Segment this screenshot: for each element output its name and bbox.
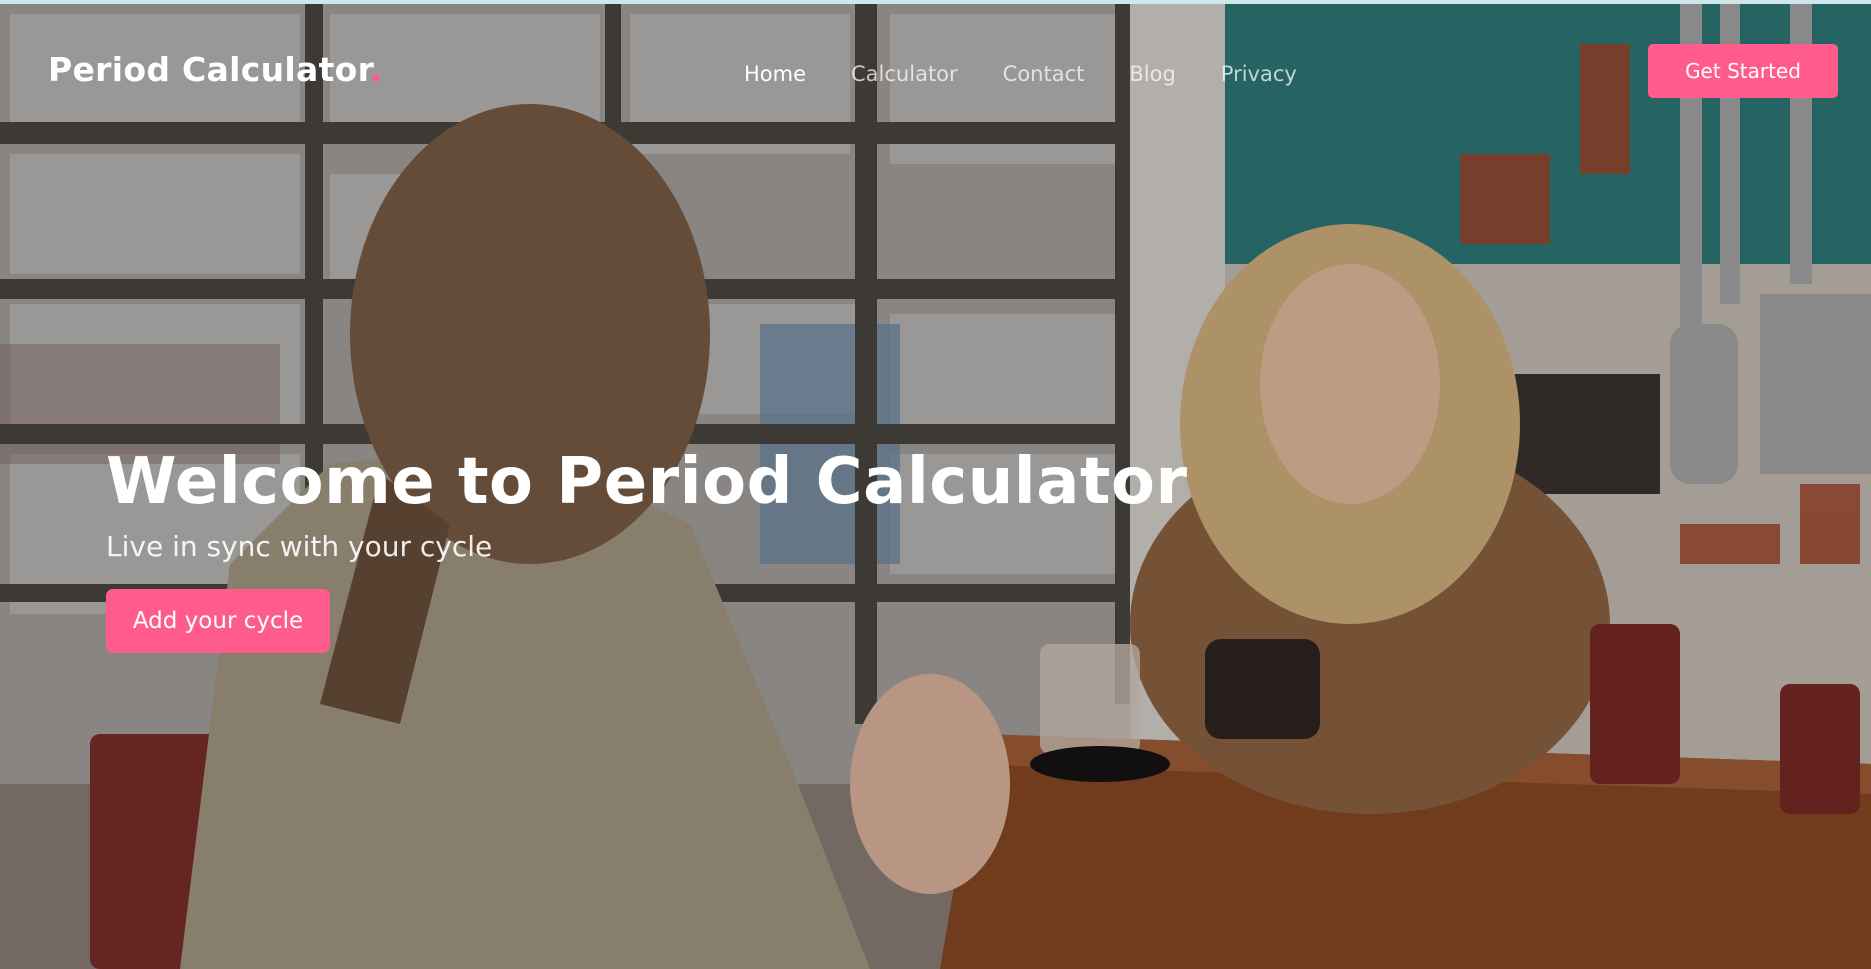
hero-subtitle: Live in sync with your cycle xyxy=(106,530,493,563)
brand-logo[interactable]: Period Calculator. xyxy=(48,50,382,89)
hero-content: Welcome to Period Calculator Live in syn… xyxy=(106,444,1188,653)
navbar: Period Calculator. Home Calculator Conta… xyxy=(0,4,1871,144)
hero-section: Period Calculator. Home Calculator Conta… xyxy=(0,4,1871,969)
main-nav: Home Calculator Contact Blog Privacy xyxy=(744,62,1342,86)
add-cycle-button[interactable]: Add your cycle xyxy=(106,589,330,653)
nav-link-blog[interactable]: Blog xyxy=(1129,62,1175,86)
nav-link-calculator[interactable]: Calculator xyxy=(851,62,958,86)
brand-name: Period Calculator xyxy=(48,50,370,89)
brand-dot: . xyxy=(369,50,383,89)
hero-title: Welcome to Period Calculator xyxy=(106,445,1188,519)
nav-link-privacy[interactable]: Privacy xyxy=(1221,62,1297,86)
nav-link-home[interactable]: Home xyxy=(744,62,806,86)
nav-link-contact[interactable]: Contact xyxy=(1003,62,1085,86)
get-started-button[interactable]: Get Started xyxy=(1648,44,1838,98)
